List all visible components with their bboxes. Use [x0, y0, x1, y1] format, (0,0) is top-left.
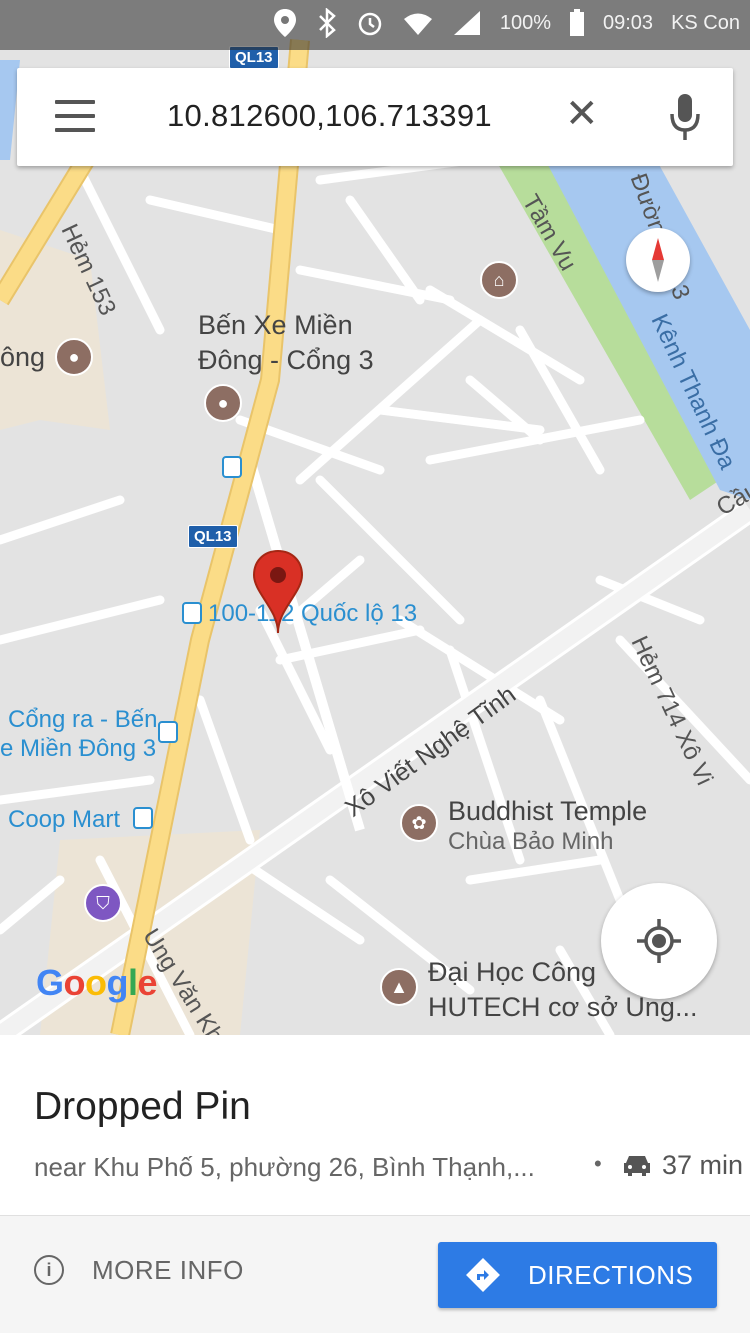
- temple-icon[interactable]: ✿: [400, 804, 438, 842]
- alarm-icon: [358, 12, 382, 36]
- place-address: near Khu Phố 5, phường 26, Bình Thạnh,..…: [34, 1152, 535, 1182]
- bus-station-icon[interactable]: ●: [204, 384, 242, 422]
- signal-icon: [453, 11, 480, 35]
- poi-label: ông: [0, 342, 46, 372]
- route-shield: QL13: [188, 525, 238, 548]
- dropped-pin-marker[interactable]: [252, 549, 304, 635]
- bus-stop-label[interactable]: Cổng ra - Bến: [8, 706, 157, 734]
- wifi-icon: [403, 13, 432, 35]
- action-bar: i MORE INFO DIRECTIONS: [0, 1216, 750, 1333]
- bus-stop-label[interactable]: 100-112 Quốc lộ 13: [208, 600, 417, 628]
- travel-time[interactable]: 37 min: [662, 1150, 743, 1181]
- poi-label[interactable]: Đại Học Công: [428, 957, 596, 988]
- microphone-icon[interactable]: [667, 92, 703, 142]
- bus-stop-label[interactable]: Coop Mart: [8, 806, 120, 834]
- poi-label[interactable]: Buddhist Temple: [448, 796, 647, 827]
- clock: 09:03: [603, 11, 654, 34]
- school-icon[interactable]: ▲: [380, 968, 418, 1006]
- poi-label[interactable]: Đông - Cổng 3: [198, 345, 374, 376]
- compass-button[interactable]: [626, 228, 690, 292]
- search-bar[interactable]: 10.812600,106.713391 ✕: [17, 68, 733, 166]
- poi-icon[interactable]: ●: [55, 338, 93, 376]
- battery-icon: [570, 9, 584, 36]
- more-info-label: MORE INFO: [92, 1254, 244, 1285]
- directions-label: DIRECTIONS: [528, 1259, 694, 1290]
- place-sheet[interactable]: Dropped Pin near Khu Phố 5, phường 26, B…: [0, 1035, 750, 1333]
- directions-icon: [466, 1258, 500, 1292]
- close-icon[interactable]: ✕: [565, 94, 599, 134]
- crosshair-icon: [637, 919, 681, 963]
- bus-stop-icon[interactable]: [182, 602, 202, 624]
- church-icon[interactable]: ⌂: [480, 261, 518, 299]
- carrier-name: KS Con: [671, 11, 740, 34]
- shopping-icon[interactable]: ⛉: [84, 884, 122, 922]
- bus-stop-icon[interactable]: [158, 721, 178, 743]
- status-bar: 100% 09:03 KS Con: [0, 0, 750, 50]
- info-icon: i: [34, 1255, 64, 1285]
- separator-dot: •: [594, 1151, 602, 1176]
- bus-stop-label[interactable]: e Miền Đông 3: [0, 735, 156, 763]
- compass-icon: [652, 238, 664, 282]
- bus-stop-icon[interactable]: [133, 807, 153, 829]
- more-info-button[interactable]: i MORE INFO: [34, 1240, 244, 1300]
- car-icon: [624, 1156, 650, 1176]
- poi-sublabel[interactable]: Chùa Bảo Minh: [448, 828, 613, 856]
- search-input[interactable]: 10.812600,106.713391: [167, 98, 492, 134]
- my-location-button[interactable]: [601, 883, 717, 999]
- battery-percent: 100%: [499, 11, 551, 34]
- directions-button[interactable]: DIRECTIONS: [438, 1242, 717, 1308]
- menu-icon[interactable]: [55, 100, 95, 134]
- bluetooth-icon: [318, 8, 336, 38]
- bus-stop-icon[interactable]: [222, 456, 242, 478]
- google-logo: Google: [36, 962, 158, 1003]
- poi-label[interactable]: Bến Xe Miền: [198, 310, 353, 341]
- location-icon: [273, 9, 296, 37]
- place-title: Dropped Pin: [34, 1085, 251, 1128]
